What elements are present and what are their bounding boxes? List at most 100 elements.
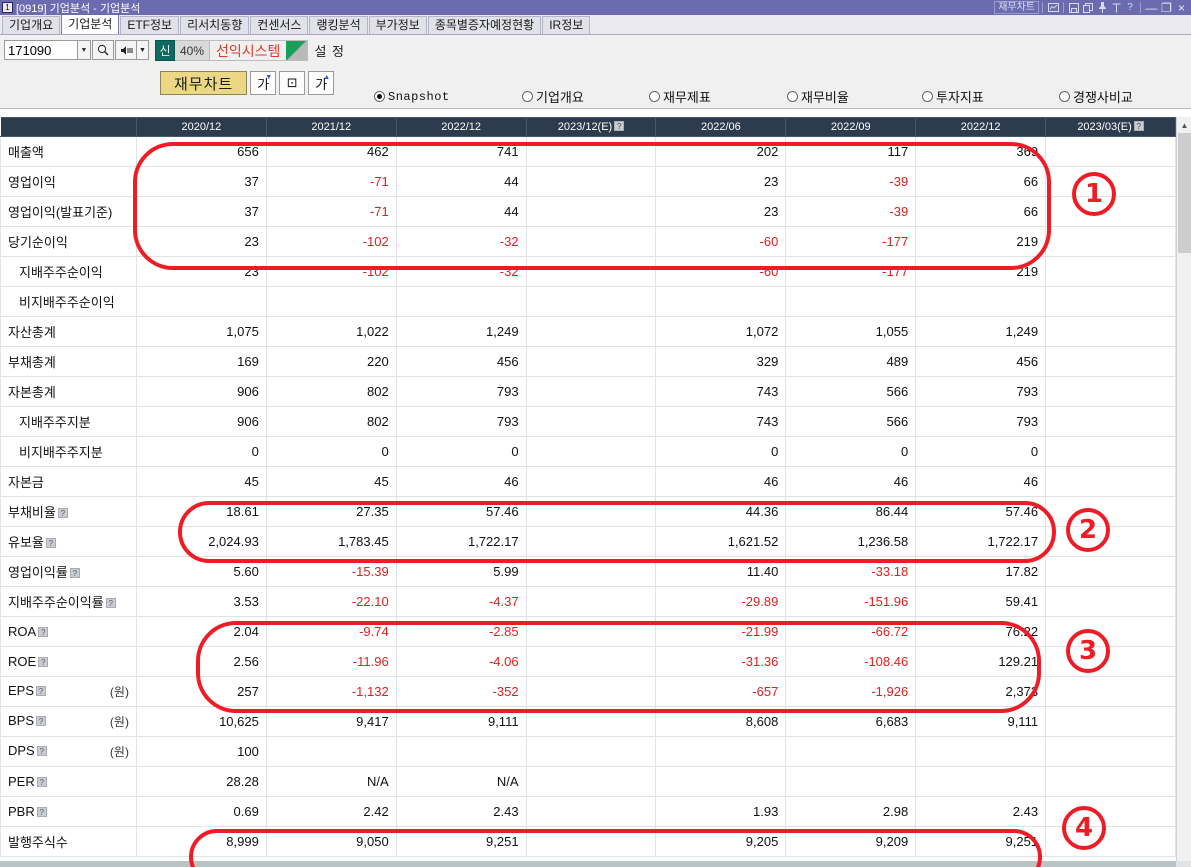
help-hint-icon[interactable]: ? [36, 746, 47, 756]
table-cell [525, 376, 657, 407]
help-hint-icon[interactable]: ? [614, 121, 625, 131]
divider [1063, 2, 1064, 13]
view-option-0[interactable]: Snapshot [374, 90, 522, 104]
maximize-button[interactable]: ❐ [1159, 1, 1174, 15]
tab-1[interactable]: 기업분석 [61, 14, 120, 34]
pin-icon[interactable] [1095, 1, 1109, 14]
copy-icon[interactable] [1081, 1, 1095, 14]
view-option-2[interactable]: 재무제표 [649, 87, 787, 106]
scroll-up-icon[interactable]: ▲ [1177, 117, 1191, 133]
help-hint-icon[interactable]: ? [36, 716, 47, 726]
table-cell [525, 766, 657, 797]
tab-4[interactable]: 컨센서스 [250, 16, 309, 34]
row-label: 지배주주지분 [0, 406, 137, 437]
table-cell: 23 [655, 196, 787, 227]
help-hint-icon[interactable]: ? [38, 627, 49, 637]
horizontal-scrollbar[interactable] [0, 861, 1191, 867]
tab-2[interactable]: ETF정보 [120, 16, 180, 34]
table-cell: 0 [265, 436, 397, 467]
tab-6[interactable]: 부가정보 [368, 16, 427, 34]
vertical-scrollbar[interactable]: ▲ [1176, 117, 1191, 861]
tab-3[interactable]: 리서치동향 [180, 16, 250, 34]
table-cell: 46 [785, 466, 917, 497]
table-cell [525, 286, 657, 317]
font-increase-button[interactable]: 가 ▲ [308, 71, 335, 95]
table-cell: 0 [785, 436, 917, 467]
minimize-button[interactable]: — [1144, 1, 1159, 15]
up-marker-icon: ▲ [323, 74, 331, 81]
table-cell: 2.43 [915, 796, 1047, 827]
row-label: ROA? [0, 616, 137, 647]
close-button[interactable]: × [1174, 1, 1189, 15]
radio-icon[interactable] [374, 91, 385, 102]
column-header-0[interactable]: 2020/12 [135, 117, 267, 137]
tab-5[interactable]: 랭킹분석 [309, 16, 368, 34]
radio-icon[interactable] [922, 91, 933, 102]
help-hint-icon[interactable]: ? [36, 777, 47, 787]
table-cell [525, 736, 657, 767]
finchart-button[interactable]: 재무차트 [160, 71, 248, 95]
row-label: BPS? (원) [0, 706, 137, 737]
table-cell: 6,683 [785, 706, 917, 737]
table-cell [1045, 676, 1176, 707]
table-cell: 66 [915, 196, 1047, 227]
help-icon[interactable]: ? [1123, 1, 1137, 14]
row-label: 영업이익 [0, 166, 137, 197]
help-hint-icon[interactable]: ? [69, 568, 80, 578]
view-option-5[interactable]: 경쟁사비교 [1059, 87, 1179, 106]
financial-chart-button[interactable]: 재무차트 [994, 1, 1039, 14]
table-cell [915, 766, 1047, 797]
row-label: 당기순이익 [0, 226, 137, 257]
help-hint-icon[interactable]: ? [45, 538, 56, 548]
tab-7[interactable]: 종목별증자예정현황 [427, 16, 542, 34]
radio-icon[interactable] [649, 91, 660, 102]
search-icon[interactable] [92, 40, 114, 60]
table-cell: 1,055 [785, 316, 917, 347]
table-cell: -1,132 [265, 676, 397, 707]
help-hint-icon[interactable]: ? [57, 508, 68, 518]
tab-0[interactable]: 기업개요 [2, 16, 61, 34]
table-row: DPS? (원) 100 [0, 736, 1176, 767]
font-decrease-button[interactable]: 가 ▼ [250, 71, 277, 95]
chart-icon[interactable] [1046, 1, 1060, 14]
financial-table-container[interactable]: 2020/12 2021/12 2022/12 2023/12(E)? 2022/06 2… [0, 117, 1191, 861]
scrollbar-thumb[interactable] [1178, 133, 1191, 253]
help-hint-icon[interactable]: ? [36, 686, 47, 696]
column-header-2[interactable]: 2022/12 [395, 117, 527, 137]
column-header-4[interactable]: 2022/06 [655, 117, 787, 137]
help-hint-icon[interactable]: ? [36, 807, 47, 817]
help-hint-icon[interactable]: ? [38, 657, 49, 667]
settings-label[interactable]: 설 정 [314, 41, 345, 60]
speaker-icon[interactable] [115, 40, 137, 60]
view-option-label: 재무비율 [801, 90, 849, 105]
fit-width-button[interactable]: ⊡ [279, 71, 306, 95]
chevron-down-icon[interactable]: ▼ [78, 40, 91, 60]
tab-8[interactable]: IR정보 [542, 16, 591, 34]
radio-icon[interactable] [522, 91, 533, 102]
row-label: EPS? (원) [0, 676, 137, 707]
column-header-7[interactable]: 2023/03(E)? [1045, 117, 1176, 137]
table-cell: 8,608 [655, 706, 787, 737]
scrollbar-thumb-horizontal[interactable] [0, 861, 1176, 867]
speaker-dropdown-icon[interactable]: ▼ [137, 40, 149, 60]
table-cell: -9.74 [265, 616, 397, 647]
help-hint-icon[interactable]: ? [105, 598, 116, 608]
help-hint-icon[interactable]: ? [1133, 121, 1144, 131]
stock-code-input[interactable] [4, 40, 78, 60]
column-header-5[interactable]: 2022/09 [785, 117, 917, 137]
column-header-3[interactable]: 2023/12(E)? [525, 117, 657, 137]
divider [1140, 2, 1141, 13]
table-cell: -102 [265, 256, 397, 287]
save-icon[interactable] [1067, 1, 1081, 14]
text-icon[interactable] [1109, 1, 1123, 14]
radio-icon[interactable] [1059, 91, 1070, 102]
view-option-4[interactable]: 투자지표 [922, 87, 1059, 106]
radio-icon[interactable] [787, 91, 798, 102]
column-header-1[interactable]: 2021/12 [265, 117, 397, 137]
column-header-6[interactable]: 2022/12 [915, 117, 1047, 137]
view-option-1[interactable]: 기업개요 [522, 87, 649, 106]
table-row: 비지배주주지분 0 0 0 0 0 0 [0, 436, 1176, 467]
table-cell: 1,783.45 [265, 526, 397, 557]
view-option-3[interactable]: 재무비율 [787, 87, 922, 106]
table-cell: -108.46 [785, 646, 917, 677]
